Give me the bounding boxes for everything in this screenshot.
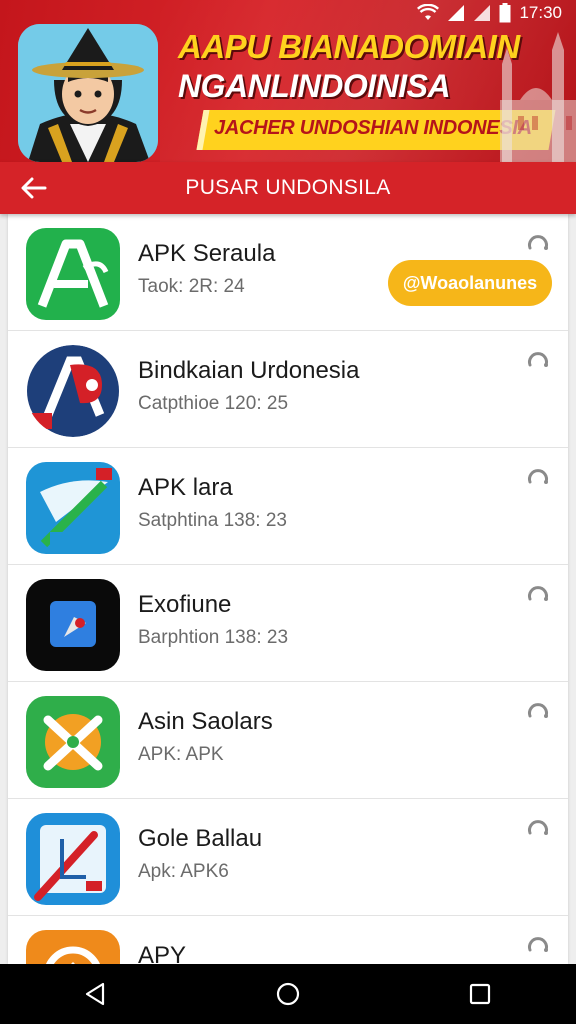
app-title: APK Seraula	[138, 240, 276, 267]
app-title: Gole Ballau	[138, 825, 263, 852]
nav-back-button[interactable]	[66, 964, 126, 1024]
signal-icon-2	[474, 5, 491, 21]
app-list-item[interactable]: APY	[8, 916, 568, 964]
app-bar-title: PUSAR UNDONSILA	[185, 176, 391, 199]
app-subtitle: Barphtion 138: 23	[138, 627, 289, 648]
app-title: APY	[138, 942, 187, 964]
nav-back-icon	[85, 982, 105, 1006]
app-list-item[interactable]: Bindkaian Urdonesia Catpthioe 120: 25	[8, 331, 568, 448]
signal-icon	[448, 5, 465, 21]
refresh-icon[interactable]	[526, 934, 550, 958]
app-title: Asin Saolars	[138, 708, 273, 735]
banner-title-line1: AAPU BIANADOMIAIN	[178, 28, 520, 65]
battery-icon	[499, 3, 511, 23]
nav-home-button[interactable]	[258, 964, 318, 1024]
refresh-icon[interactable]	[526, 700, 550, 724]
refresh-icon[interactable]	[526, 817, 550, 841]
app-subtitle: APK: APK	[138, 744, 224, 765]
status-bar: 17:30	[417, 2, 562, 24]
app-subtitle: Taok: 2R: 24	[138, 276, 245, 297]
app-title: APK lara	[138, 474, 233, 501]
app-icon-bindkaian	[26, 345, 120, 437]
nav-home-icon	[276, 982, 300, 1006]
banner-tagline: JACHER UNDOSHIAN INDONESIA	[214, 117, 532, 139]
install-button[interactable]: @Woaolanunes	[388, 260, 552, 306]
refresh-icon[interactable]	[526, 232, 550, 256]
app-list: APK Seraula Taok: 2R: 24 @Woaolanunes Bi…	[8, 214, 568, 964]
system-nav-bar	[0, 964, 576, 1024]
app-title: Exofiune	[138, 591, 232, 618]
app-subtitle: Satphtina 138: 23	[138, 510, 287, 531]
app-list-item[interactable]: Gole Ballau Apk: APK6	[8, 799, 568, 916]
header-banner: 17:30 AAPU BIANADOMIAIN NGANLINDOINISA J…	[0, 0, 576, 162]
refresh-icon[interactable]	[526, 349, 550, 373]
nav-recents-button[interactable]	[450, 964, 510, 1024]
app-icon-exofiune	[26, 579, 120, 671]
app-list-item[interactable]: Asin Saolars APK: APK	[8, 682, 568, 799]
app-list-item[interactable]: Exofiune Barphtion 138: 23	[8, 565, 568, 682]
wifi-icon	[417, 4, 440, 20]
refresh-icon[interactable]	[526, 583, 550, 607]
app-list-item[interactable]: APK lara Satphtina 138: 23	[8, 448, 568, 565]
app-icon-apk-seraula	[26, 228, 120, 320]
refresh-icon[interactable]	[526, 466, 550, 490]
app-icon-apk-lara	[26, 462, 120, 554]
banner-character-avatar	[18, 24, 158, 162]
nav-recents-icon	[469, 983, 491, 1005]
app-list-item[interactable]: APK Seraula Taok: 2R: 24 @Woaolanunes	[8, 214, 568, 331]
app-subtitle: Apk: APK6	[138, 861, 229, 882]
app-icon-asin-saolars	[26, 696, 120, 788]
screen: 17:30 AAPU BIANADOMIAIN NGANLINDOINISA J…	[0, 0, 576, 1024]
app-subtitle: Catpthioe 120: 25	[138, 393, 289, 414]
status-time: 17:30	[519, 3, 562, 22]
app-icon-apy	[26, 930, 120, 964]
app-title: Bindkaian Urdonesia	[138, 357, 360, 384]
banner-title-line2: NGANLINDOINISA	[178, 68, 451, 104]
app-icon-gole-ballau	[26, 813, 120, 905]
app-bar: PUSAR UNDONSILA	[0, 162, 576, 214]
banner-building-illustration	[496, 30, 576, 162]
